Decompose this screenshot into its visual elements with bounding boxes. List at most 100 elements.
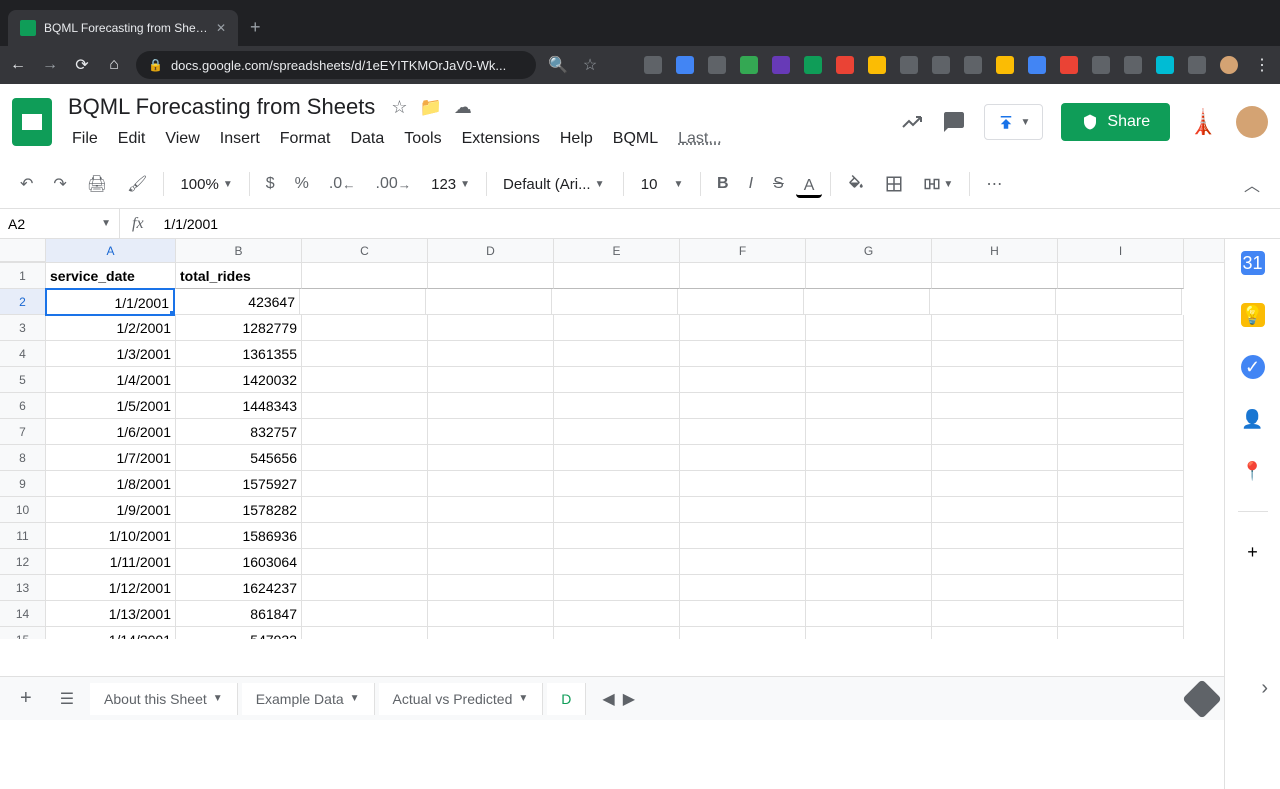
cell[interactable]	[554, 523, 680, 549]
font-size-select[interactable]: 10 ▼	[632, 172, 692, 197]
cell[interactable]	[932, 419, 1058, 445]
cell[interactable]: 1420032	[176, 367, 302, 393]
merge-button[interactable]: ▼	[915, 169, 961, 199]
borders-button[interactable]	[877, 169, 911, 199]
cell[interactable]	[806, 315, 932, 341]
cell[interactable]: 861847	[176, 601, 302, 627]
cell[interactable]: 832757	[176, 419, 302, 445]
cell[interactable]	[428, 549, 554, 575]
expand-side-panel-icon[interactable]: ›	[1261, 677, 1268, 700]
cell[interactable]: 1/9/2001	[46, 497, 176, 523]
cell[interactable]	[932, 601, 1058, 627]
menu-view[interactable]: View	[157, 126, 207, 152]
name-box[interactable]: A2 ▼	[0, 209, 120, 238]
cell[interactable]	[1056, 289, 1182, 315]
cell[interactable]	[1058, 419, 1184, 445]
zoom-select[interactable]: 100% ▼	[172, 172, 240, 197]
cell[interactable]	[554, 419, 680, 445]
fill-color-button[interactable]	[839, 169, 873, 199]
format-select[interactable]: 123 ▼	[423, 172, 478, 197]
menu-file[interactable]: File	[64, 126, 106, 152]
cell[interactable]	[806, 471, 932, 497]
cell[interactable]	[806, 367, 932, 393]
cell[interactable]	[554, 575, 680, 601]
row-header[interactable]: 14	[0, 601, 46, 627]
cell[interactable]	[1058, 367, 1184, 393]
cell[interactable]	[932, 341, 1058, 367]
bold-button[interactable]: B	[709, 169, 737, 199]
cell[interactable]	[554, 627, 680, 639]
column-header[interactable]: E	[554, 239, 680, 262]
row-header[interactable]: 3	[0, 315, 46, 341]
italic-button[interactable]: I	[741, 169, 761, 199]
cell[interactable]	[1058, 315, 1184, 341]
print-button[interactable]: 🖨	[79, 168, 115, 200]
bookmark-icon[interactable]: ☆	[580, 55, 600, 75]
cell[interactable]	[932, 627, 1058, 639]
browser-tab[interactable]: BQML Forecasting from Sheets ✕	[8, 10, 238, 46]
cell[interactable]	[680, 315, 806, 341]
cell[interactable]	[428, 471, 554, 497]
cell[interactable]: 547933	[176, 627, 302, 639]
cell[interactable]	[302, 575, 428, 601]
cell[interactable]	[1058, 627, 1184, 639]
cell[interactable]	[678, 289, 804, 315]
decimal-increase-button[interactable]: .00→	[368, 169, 420, 199]
cell[interactable]	[552, 289, 678, 315]
comments-icon[interactable]	[942, 110, 966, 134]
cell[interactable]	[554, 315, 680, 341]
cell[interactable]	[806, 549, 932, 575]
spreadsheet-grid[interactable]: ABCDEFGHI 1service_datetotal_rides21/1/2…	[0, 239, 1224, 639]
cell[interactable]	[302, 627, 428, 639]
column-header[interactable]: H	[932, 239, 1058, 262]
cell[interactable]	[806, 341, 932, 367]
cell[interactable]	[554, 549, 680, 575]
lighthouse-icon[interactable]: 🗼	[1188, 108, 1218, 137]
row-header[interactable]: 4	[0, 341, 46, 367]
menu-format[interactable]: Format	[272, 126, 339, 152]
cell[interactable]	[302, 263, 428, 289]
cell[interactable]: 1/12/2001	[46, 575, 176, 601]
cell[interactable]	[554, 601, 680, 627]
cell[interactable]	[932, 575, 1058, 601]
trend-icon[interactable]	[900, 110, 924, 134]
font-select[interactable]: Default (Ari... ▼	[495, 172, 615, 197]
ext-icon[interactable]	[772, 56, 790, 74]
account-avatar[interactable]	[1236, 106, 1268, 138]
cell[interactable]	[428, 575, 554, 601]
cell[interactable]	[300, 289, 426, 315]
cell[interactable]	[426, 289, 552, 315]
cell[interactable]	[806, 627, 932, 639]
cell[interactable]	[554, 393, 680, 419]
cell[interactable]	[302, 419, 428, 445]
cell[interactable]	[1058, 471, 1184, 497]
formula-input[interactable]: 1/1/2001	[156, 216, 1280, 232]
cell[interactable]	[428, 263, 554, 289]
decimal-decrease-button[interactable]: .0←	[321, 169, 364, 199]
cell[interactable]	[554, 445, 680, 471]
cell[interactable]	[806, 523, 932, 549]
keep-icon[interactable]: 💡	[1241, 303, 1265, 327]
cell[interactable]: service_date	[46, 263, 176, 289]
share-button[interactable]: Share	[1061, 103, 1170, 141]
address-bar[interactable]: 🔒 docs.google.com/spreadsheets/d/1eEYITK…	[136, 51, 536, 79]
cell[interactable]	[680, 393, 806, 419]
row-header[interactable]: 15	[0, 627, 46, 639]
cell[interactable]	[1058, 601, 1184, 627]
cell[interactable]	[932, 315, 1058, 341]
sheet-nav-right[interactable]: ▶	[623, 689, 635, 709]
row-header[interactable]: 11	[0, 523, 46, 549]
cell[interactable]: 1/8/2001	[46, 471, 176, 497]
cell[interactable]	[302, 341, 428, 367]
cell[interactable]	[806, 445, 932, 471]
redo-button[interactable]: ↷	[45, 168, 74, 200]
cell[interactable]	[932, 549, 1058, 575]
cell[interactable]: 1575927	[176, 471, 302, 497]
menu-bqml[interactable]: BQML	[605, 126, 666, 152]
cell[interactable]	[554, 367, 680, 393]
cell[interactable]: total_rides	[176, 263, 302, 289]
paint-format-button[interactable]: 🖌	[119, 168, 155, 200]
ext-icon[interactable]	[1060, 56, 1078, 74]
row-header[interactable]: 1	[0, 263, 46, 289]
cell[interactable]	[302, 393, 428, 419]
